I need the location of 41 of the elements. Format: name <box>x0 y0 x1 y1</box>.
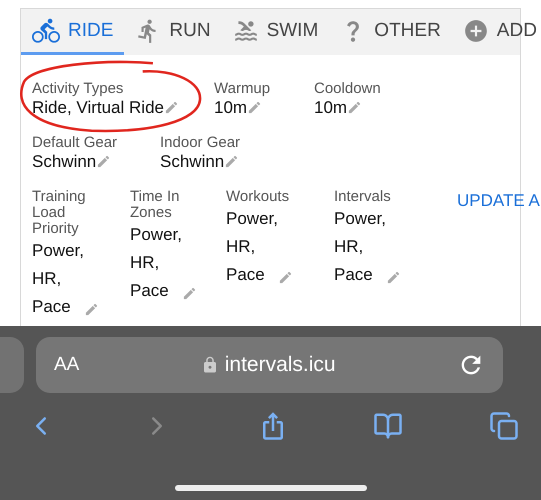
field-label: Intervals <box>334 189 392 205</box>
field-value: Power, HR, Pace <box>226 208 278 286</box>
pencil-icon[interactable] <box>84 302 99 317</box>
tabs-button[interactable] <box>489 411 519 441</box>
url-text: intervals.icu <box>224 353 336 377</box>
field-label: Training Load Priority <box>32 189 87 237</box>
field-value: 10m <box>214 97 248 119</box>
pencil-icon[interactable] <box>182 286 197 301</box>
sport-tab[interactable]: OTHER <box>329 9 452 55</box>
field-label: Cooldown <box>314 81 382 97</box>
update-button[interactable]: UPDATE A <box>457 191 540 211</box>
field-label: Warmup <box>214 81 272 97</box>
pencil-icon[interactable] <box>247 100 262 115</box>
plus-icon <box>462 18 489 44</box>
field-value: 10m <box>314 97 348 119</box>
bicycle-icon <box>32 16 60 44</box>
pencil-icon[interactable] <box>347 100 362 115</box>
field-value: Schwinn <box>32 151 96 173</box>
pencil-icon[interactable] <box>96 154 112 169</box>
pencil-icon[interactable] <box>278 270 293 285</box>
address-bar[interactable]: AA intervals.icu <box>36 337 503 393</box>
field-label: Indoor Gear <box>160 135 242 151</box>
sport-tab[interactable]: RIDE <box>21 9 124 55</box>
field-value: Schwinn <box>160 151 224 173</box>
sport-tab[interactable]: RUN <box>124 9 222 55</box>
field-value: Power, HR, Pace <box>334 208 386 286</box>
pencil-icon[interactable] <box>224 154 240 169</box>
bookmarks-button[interactable] <box>373 411 404 441</box>
field-label: Default Gear <box>32 135 118 151</box>
text-size-button[interactable]: AA <box>54 354 80 376</box>
field-label: Activity Types <box>32 81 124 97</box>
field-label: Workouts <box>226 189 290 205</box>
field-value: Power, HR, Pace <box>32 240 84 318</box>
sport-tab[interactable]: ADD <box>452 9 541 55</box>
field-label: Time In Zones <box>130 189 180 221</box>
field-value: Ride, Virtual Ride <box>32 97 164 119</box>
tab-pill[interactable] <box>0 337 24 393</box>
field-value: Power, HR, Pace <box>130 224 182 302</box>
sport-tab[interactable]: SWIM <box>222 9 330 55</box>
pencil-icon[interactable] <box>386 270 401 285</box>
pencil-icon[interactable] <box>164 100 179 115</box>
